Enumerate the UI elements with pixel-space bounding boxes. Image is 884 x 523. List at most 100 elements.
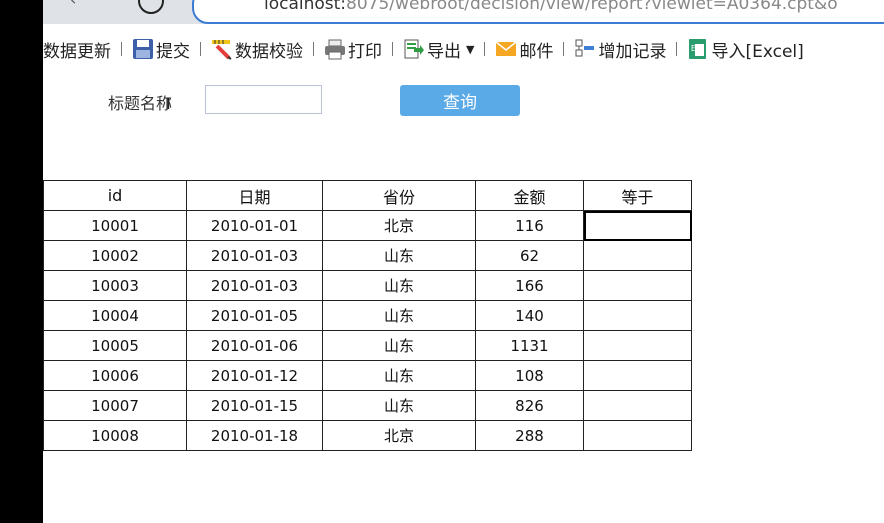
reload-icon[interactable] (138, 0, 164, 14)
cell-id[interactable]: 10001 (43, 210, 187, 241)
report-toolbar: 数据更新 提交 数据校验 打印 导出 ▼ 邮件 增加记录 E 导入[Excel] (43, 34, 804, 64)
cell-province[interactable]: 山东 (322, 360, 476, 391)
cell-amount[interactable]: 62 (475, 240, 584, 271)
column-header-province: 省份 (322, 180, 476, 211)
cell-province[interactable]: 山东 (322, 300, 476, 331)
address-text[interactable]: localhost:8075/webroot/decision/view/rep… (264, 0, 838, 14)
printer-icon (324, 38, 346, 60)
cell-equals[interactable] (583, 300, 692, 331)
table-row: 10005 2010-01-06 山东 1131 (43, 330, 692, 361)
report-table: id 日期 省份 金额 等于 10001 2010-01-01 北京 116 10002… (43, 180, 692, 451)
cell-amount[interactable]: 108 (475, 360, 584, 391)
table-row: 10003 2010-01-03 山东 166 (43, 270, 692, 301)
floppy-disk-icon (132, 38, 154, 60)
table-row: 10001 2010-01-01 北京 116 (43, 210, 692, 241)
cell-id[interactable]: 10005 (43, 330, 187, 361)
svg-text:E: E (691, 44, 696, 53)
left-black-strip (0, 0, 43, 523)
cell-equals[interactable] (583, 270, 692, 301)
table-row: 10002 2010-01-03 山东 62 (43, 240, 692, 271)
cell-id[interactable]: 10006 (43, 360, 187, 391)
title-label: 标题名称 (108, 94, 173, 113)
cell-amount[interactable]: 288 (475, 420, 584, 451)
cell-date[interactable]: 2010-01-03 (186, 270, 323, 301)
cell-province[interactable]: 北京 (322, 420, 476, 451)
cell-amount[interactable]: 116 (475, 210, 584, 241)
cell-date[interactable]: 2010-01-03 (186, 240, 323, 271)
table-row: 10004 2010-01-05 山东 140 (43, 300, 692, 331)
column-header-amount: 金额 (475, 180, 584, 211)
chevron-down-icon[interactable]: ▼ (466, 43, 474, 56)
import-excel-label: 导入[Excel] (711, 41, 804, 62)
toolbar-divider (121, 42, 122, 56)
cell-id[interactable]: 10002 (43, 240, 187, 271)
cell-equals[interactable] (583, 210, 692, 241)
back-arrow-icon[interactable]: ‹ (70, 0, 76, 9)
mail-button[interactable]: 邮件 (495, 37, 553, 62)
column-header-id: id (43, 180, 187, 211)
toolbar-divider (563, 42, 565, 56)
submit-label: 提交 (156, 41, 190, 62)
column-header-equals: 等于 (583, 180, 692, 211)
cell-province[interactable]: 山东 (322, 240, 476, 271)
validate-data-label: 数据校验 (235, 41, 303, 62)
cell-amount[interactable]: 166 (475, 270, 584, 301)
table-row: 10007 2010-01-15 山东 826 (43, 390, 692, 421)
refresh-data-button[interactable]: 数据更新 (43, 37, 111, 62)
column-header-date: 日期 (186, 180, 323, 211)
cell-id[interactable]: 10007 (43, 390, 187, 421)
cell-amount[interactable]: 826 (475, 390, 584, 421)
cell-province[interactable]: 北京 (322, 210, 476, 241)
cell-date[interactable]: 2010-01-06 (186, 330, 323, 361)
cell-amount[interactable]: 1131 (475, 330, 584, 361)
cell-id[interactable]: 10004 (43, 300, 187, 331)
export-label: 导出 (427, 41, 461, 62)
add-record-label: 增加记录 (598, 41, 667, 62)
cell-equals[interactable] (583, 420, 692, 451)
cell-date[interactable]: 2010-01-12 (186, 360, 323, 391)
mail-label: 邮件 (519, 41, 554, 62)
cell-date[interactable]: 2010-01-15 (186, 390, 323, 421)
query-button[interactable]: 查询 (400, 85, 520, 116)
table-row: 10006 2010-01-12 山东 108 (43, 360, 692, 391)
print-button[interactable]: 打印 (324, 37, 382, 62)
add-record-button[interactable]: 增加记录 (574, 37, 666, 62)
toolbar-divider (313, 42, 314, 56)
table-header-row: id 日期 省份 金额 等于 (43, 180, 692, 211)
cell-amount[interactable]: 140 (475, 300, 584, 331)
excel-icon: E (687, 38, 709, 60)
toolbar-divider (484, 42, 486, 56)
mail-icon (495, 38, 517, 60)
cell-province[interactable]: 山东 (322, 330, 476, 361)
cell-province[interactable]: 山东 (322, 270, 476, 301)
url-path: 8075/webroot/decision/view/report?viewle… (346, 0, 838, 14)
toolbar-divider (392, 42, 393, 56)
text-cursor-icon: I (166, 94, 171, 113)
cell-id[interactable]: 10008 (43, 420, 187, 451)
print-label: 打印 (348, 41, 382, 62)
refresh-data-label: 数据更新 (43, 41, 111, 62)
cell-date[interactable]: 2010-01-18 (186, 420, 323, 451)
url-host: localhost: (264, 0, 347, 14)
toolbar-divider (200, 42, 201, 56)
cell-province[interactable]: 山东 (322, 390, 476, 421)
toolbar-divider (676, 42, 678, 56)
export-button[interactable]: 导出 ▼ (403, 37, 474, 62)
export-icon (403, 38, 425, 60)
browser-top-bar: ‹ localhost:8075/webroot/decision/view/r… (0, 0, 884, 24)
submit-button[interactable]: 提交 (132, 37, 190, 62)
cell-equals[interactable] (583, 330, 692, 361)
cell-equals[interactable] (583, 360, 692, 391)
cell-id[interactable]: 10003 (43, 270, 187, 301)
cell-date[interactable]: 2010-01-05 (186, 300, 323, 331)
pencil-ruler-icon (211, 38, 233, 60)
table-row: 10008 2010-01-18 北京 288 (43, 420, 692, 451)
cell-equals[interactable] (583, 240, 692, 271)
title-input[interactable] (205, 85, 322, 114)
add-record-icon (574, 38, 596, 60)
table-body: 10001 2010-01-01 北京 116 10002 2010-01-03 山东 62 1… (43, 210, 692, 451)
import-excel-button[interactable]: E 导入[Excel] (687, 37, 804, 62)
validate-data-button[interactable]: 数据校验 (211, 37, 303, 62)
cell-date[interactable]: 2010-01-01 (186, 210, 323, 241)
cell-equals[interactable] (583, 390, 692, 421)
